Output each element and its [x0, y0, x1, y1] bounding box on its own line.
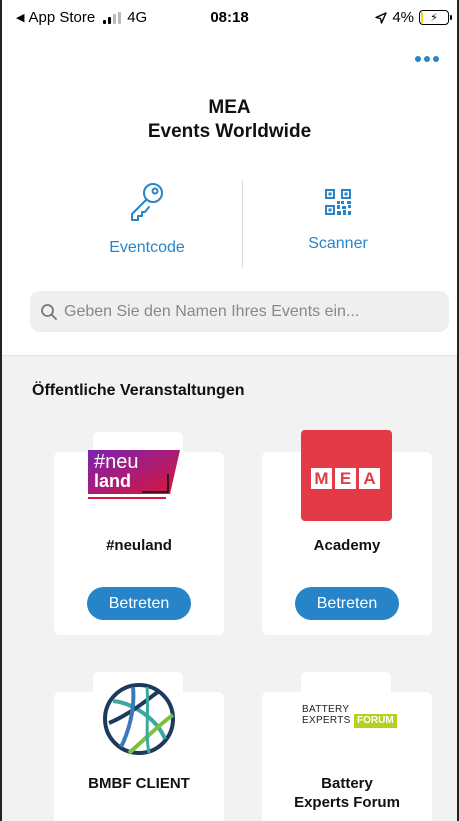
section-title: Öffentliche Veranstaltungen	[32, 382, 245, 399]
mea-logo-letter: M	[311, 468, 332, 489]
clock: 08:18	[210, 9, 249, 26]
event-card-battery-experts-forum[interactable]: BATTERY EXPERTS FORUM Battery Experts Fo…	[262, 692, 432, 821]
event-card-bmbf-client[interactable]: BMBF CLIENT	[54, 683, 224, 821]
mea-logo: M E A	[301, 430, 392, 521]
search-icon	[41, 303, 57, 320]
eventcode-label: Eventcode	[109, 239, 185, 256]
event-name: BMBF CLIENT	[88, 775, 190, 792]
mea-logo-letter: A	[359, 468, 380, 489]
app-screen: ◀ App Store 4G 08:18 4% ⚡ MEA Events Wor…	[0, 0, 459, 821]
qr-code-icon	[325, 189, 351, 215]
event-search-input[interactable]: Geben Sie den Namen Ihres Events ein...	[30, 291, 449, 332]
battery-icon: ⚡	[419, 10, 452, 25]
enter-button[interactable]: Betreten	[87, 587, 191, 620]
location-arrow-icon	[375, 11, 388, 24]
mea-logo-letter: E	[335, 468, 356, 489]
eventcode-button[interactable]: Eventcode	[57, 180, 237, 257]
actions-divider	[242, 180, 243, 268]
title-line-1: MEA	[208, 97, 251, 118]
dot-icon	[433, 56, 439, 62]
bmbf-client-globe-logo	[99, 679, 179, 759]
back-to-app-store[interactable]: ◀ App Store 4G	[16, 9, 147, 26]
neuland-logo: #neu land	[84, 448, 194, 506]
event-name: #neuland	[106, 537, 172, 554]
battery-percent: 4%	[392, 9, 414, 26]
back-app-label: App Store	[28, 9, 96, 26]
dot-icon	[415, 56, 421, 62]
dot-icon	[424, 56, 430, 62]
bef-logo-text-2: EXPERTS	[302, 715, 351, 726]
event-name-line-1: Battery	[321, 775, 373, 792]
event-card-academy[interactable]: M E A Academy Betreten	[262, 430, 432, 635]
back-triangle-icon: ◀	[16, 12, 25, 24]
event-name: Academy	[313, 537, 381, 554]
event-card-neuland[interactable]: #neu land #neuland Betreten	[54, 450, 224, 635]
more-options-button[interactable]	[415, 56, 439, 62]
enter-button[interactable]: Betreten	[295, 587, 399, 620]
status-bar: ◀ App Store 4G 08:18 4% ⚡	[2, 0, 457, 34]
entry-actions: Eventcode Scanner	[2, 180, 457, 268]
signal-icon	[103, 11, 122, 24]
charging-bolt-icon: ⚡	[430, 12, 438, 24]
bef-logo-text-1: BATTERY	[302, 704, 350, 715]
network-type: 4G	[127, 9, 148, 26]
key-icon	[131, 183, 163, 221]
status-right: 4% ⚡	[375, 9, 452, 26]
scanner-label: Scanner	[308, 235, 368, 252]
page-title: MEA Events Worldwide	[2, 96, 457, 144]
event-name: Battery Experts Forum	[262, 774, 432, 812]
event-name-line-2: Experts Forum	[294, 794, 400, 811]
neuland-logo-text-1: #neu	[94, 451, 139, 473]
title-line-2: Events Worldwide	[147, 121, 312, 142]
search-placeholder: Geben Sie den Namen Ihres Events ein...	[64, 302, 360, 320]
scanner-button[interactable]: Scanner	[248, 180, 428, 253]
neuland-logo-text-2: land	[94, 471, 132, 491]
battery-experts-forum-logo: BATTERY EXPERTS FORUM	[302, 704, 397, 740]
bef-logo-text-3: FORUM	[354, 714, 397, 728]
